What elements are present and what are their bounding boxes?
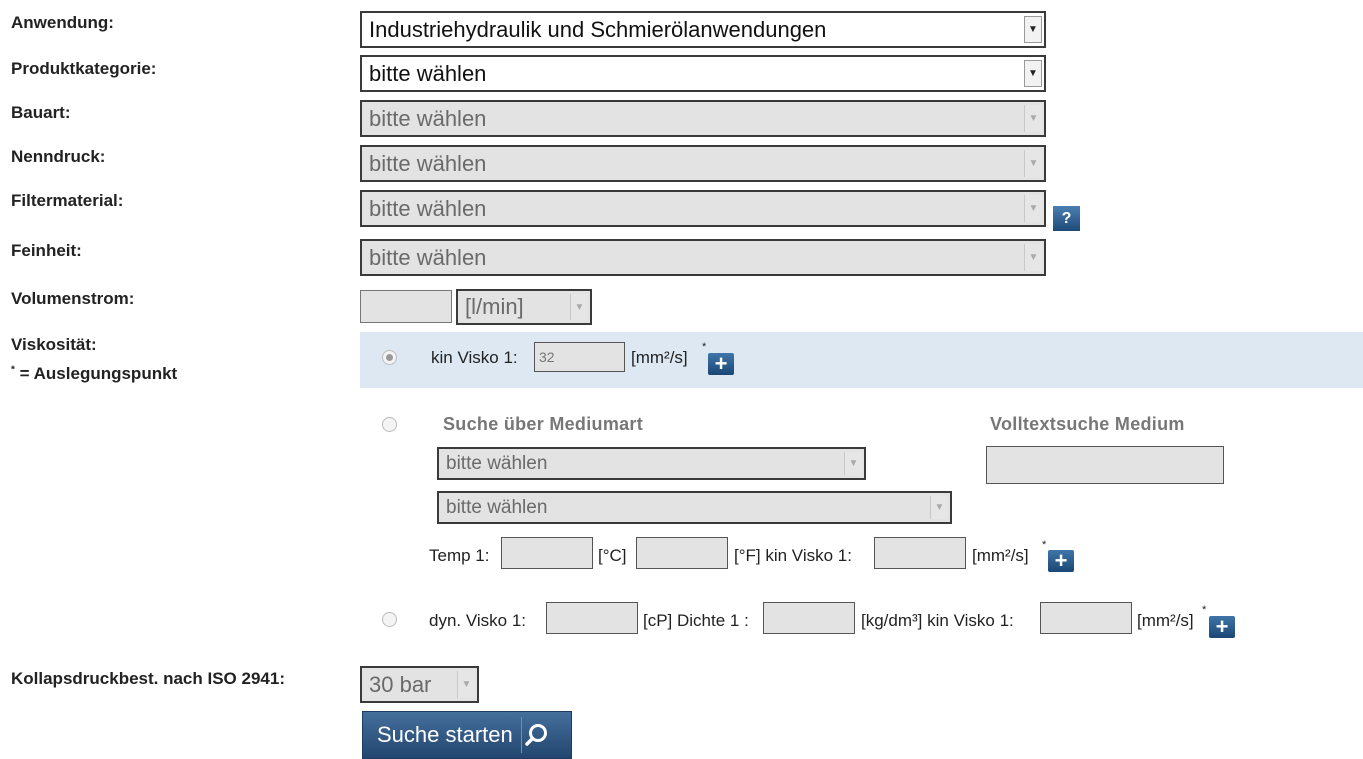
volumenstrom-unit-value: [l/min] — [465, 294, 524, 319]
chevron-down-icon: ▼ — [1024, 105, 1042, 132]
dyn-visko-input[interactable] — [546, 602, 638, 634]
chevron-down-icon: ▼ — [1024, 150, 1042, 177]
dichte-input[interactable] — [763, 602, 855, 634]
radio-medium-search[interactable] — [382, 417, 397, 432]
medium-select-1-value: bitte wählen — [446, 452, 548, 474]
asterisk: * — [1042, 539, 1047, 551]
feinheit-select[interactable]: bitte wählen ▼ — [360, 239, 1046, 276]
suche-starten-label: Suche starten — [377, 722, 513, 747]
nenndruck-select-value: bitte wählen — [369, 150, 487, 176]
label-produktkategorie: Produktkategorie: — [11, 59, 157, 78]
suche-mediumart-heading: Suche über Mediumart — [443, 414, 644, 434]
add-icon[interactable]: + — [708, 353, 734, 375]
chevron-down-icon: ▼ — [1024, 60, 1042, 87]
temp-c-input[interactable] — [501, 537, 593, 569]
unit-celsius: [°C] — [598, 546, 627, 565]
temp-kin-unit: [mm²/s] — [972, 546, 1029, 565]
kin-visko-input[interactable]: 32 — [534, 342, 625, 372]
filtermaterial-select-value: bitte wählen — [369, 195, 487, 221]
label-bauart: Bauart: — [11, 103, 71, 122]
unit-kgdm3-kin: [kg/dm³] kin Visko 1: — [861, 611, 1014, 630]
dyn-kin-unit: [mm²/s] — [1137, 611, 1194, 630]
chevron-down-icon: ▼ — [1024, 195, 1042, 222]
feinheit-select-value: bitte wählen — [369, 244, 487, 270]
label-auslegungspunkt: * = Auslegungspunkt — [11, 364, 178, 383]
produktkategorie-select-value: bitte wählen — [369, 60, 487, 86]
anwendung-select-value: Industriehydraulik und Schmierölanwendun… — [369, 16, 827, 42]
label-anwendung: Anwendung: — [11, 13, 114, 32]
nenndruck-select[interactable]: bitte wählen ▼ — [360, 145, 1046, 182]
produktkategorie-select[interactable]: bitte wählen ▼ — [360, 55, 1046, 92]
bauart-select-value: bitte wählen — [369, 105, 487, 131]
label-filtermaterial: Filtermaterial: — [11, 191, 124, 210]
kollapsdruck-select[interactable]: 30 bar ▼ — [360, 666, 479, 703]
unit-cp-dichte: [cP] Dichte 1 : — [643, 611, 749, 630]
chevron-down-icon: ▼ — [930, 496, 948, 519]
medium-select-2-value: bitte wählen — [446, 496, 548, 518]
volltext-medium-input[interactable] — [986, 446, 1224, 484]
filtermaterial-select[interactable]: bitte wählen ▼ — [360, 190, 1046, 227]
chevron-down-icon: ▼ — [457, 671, 475, 698]
chevron-down-icon: ▼ — [1024, 244, 1042, 271]
anwendung-select[interactable]: Industriehydraulik und Schmierölanwendun… — [360, 11, 1046, 48]
volumenstrom-input[interactable] — [360, 290, 452, 323]
chevron-down-icon: ▼ — [570, 294, 588, 320]
add-icon[interactable]: + — [1209, 616, 1235, 638]
label-feinheit: Feinheit: — [11, 241, 82, 260]
volltextsuche-heading: Volltextsuche Medium — [990, 414, 1185, 434]
label-volumenstrom: Volumenstrom: — [11, 289, 135, 308]
kollapsdruck-select-value: 30 bar — [369, 671, 432, 697]
chevron-down-icon: ▼ — [844, 452, 862, 475]
asterisk: * — [702, 341, 707, 353]
kin-visko-unit: [mm²/s] — [631, 348, 688, 367]
temp-label: Temp 1: — [429, 546, 490, 565]
label-nenndruck: Nenndruck: — [11, 147, 106, 166]
suche-starten-button[interactable]: Suche starten — [362, 711, 572, 759]
volumenstrom-unit-select[interactable]: [l/min] ▼ — [456, 289, 592, 325]
unit-fahrenheit-kin: [°F] kin Visko 1: — [734, 546, 852, 565]
dyn-kin-visko-input[interactable] — [1040, 602, 1132, 634]
help-icon[interactable]: ? — [1053, 206, 1080, 231]
temp-f-input[interactable] — [636, 537, 728, 569]
label-kollapsdruck: Kollapsdruckbest. nach ISO 2941: — [11, 669, 285, 688]
dyn-visko-label: dyn. Visko 1: — [429, 611, 527, 630]
radio-dyn-visko[interactable] — [382, 612, 397, 627]
medium-select-1[interactable]: bitte wählen ▼ — [437, 447, 866, 480]
medium-select-2[interactable]: bitte wählen ▼ — [437, 491, 952, 524]
temp-kin-visko-input[interactable] — [874, 537, 966, 569]
add-icon[interactable]: + — [1048, 550, 1074, 572]
radio-kin-visko[interactable] — [382, 350, 397, 365]
label-viskositaet: Viskosität: — [11, 335, 97, 354]
search-icon — [520, 717, 552, 753]
chevron-down-icon: ▼ — [1024, 16, 1042, 43]
asterisk: * — [1202, 604, 1207, 616]
kin-visko-label: kin Visko 1: — [431, 348, 518, 367]
bauart-select[interactable]: bitte wählen ▼ — [360, 100, 1046, 137]
